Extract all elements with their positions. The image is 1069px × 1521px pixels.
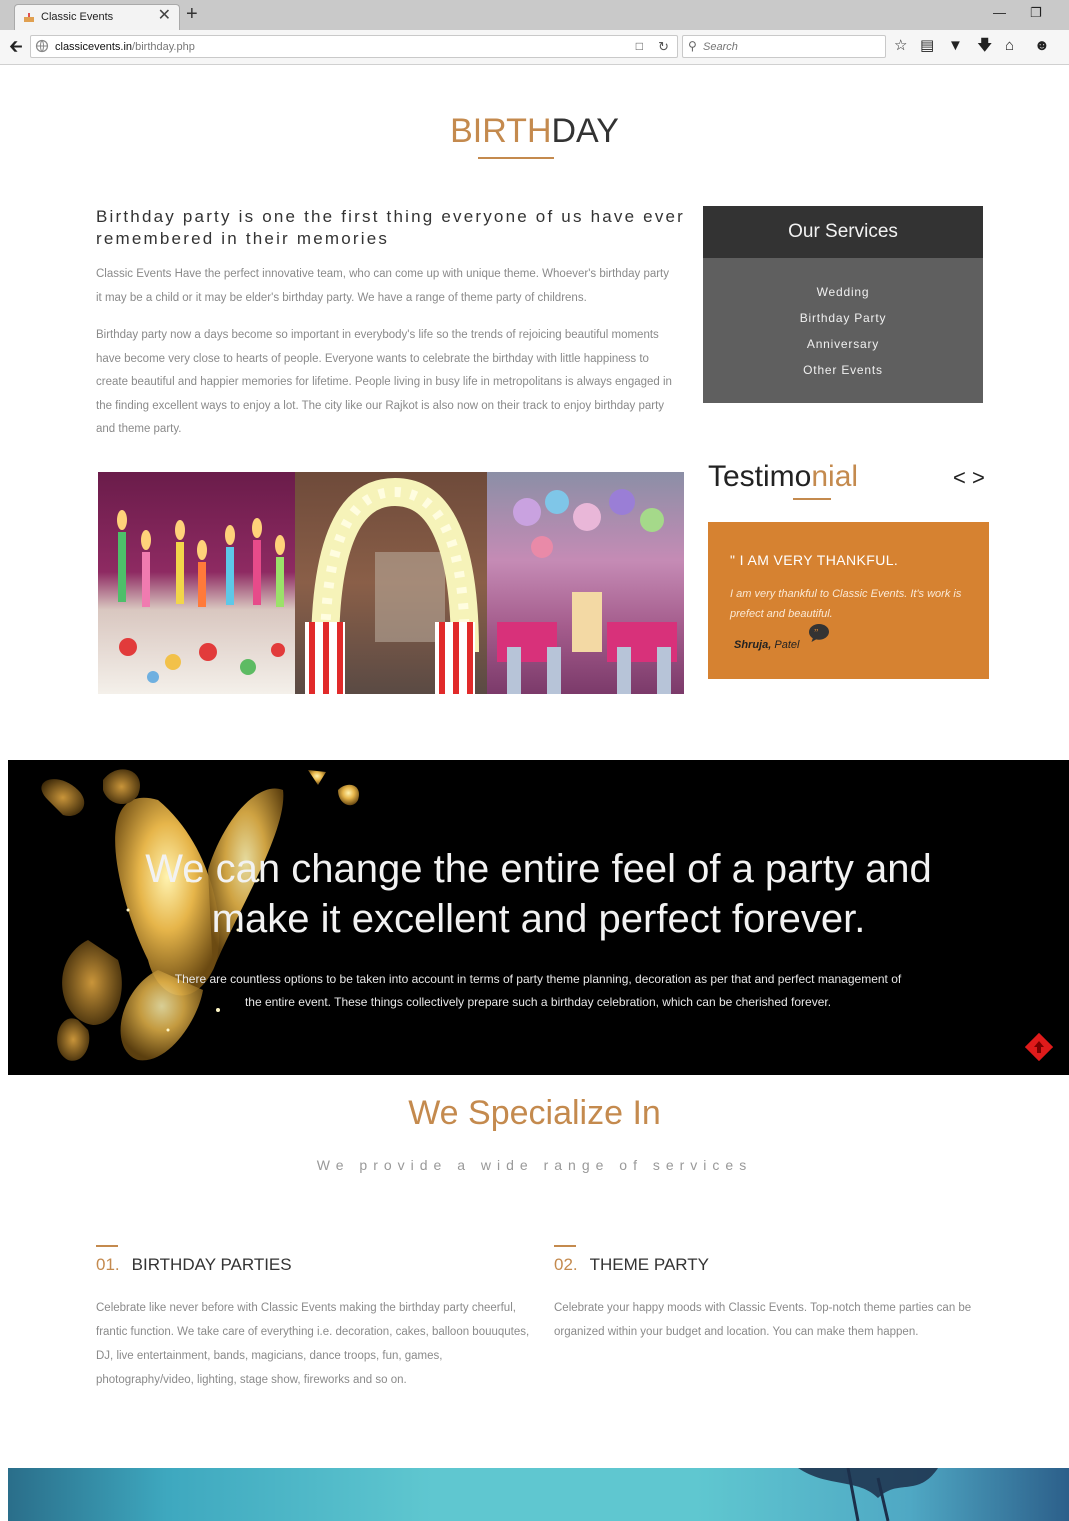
services-heading: Our Services (703, 206, 983, 258)
restore-icon[interactable]: ❐ (1030, 5, 1042, 21)
quote-bubble-icon: ” (809, 624, 829, 642)
account-icon[interactable]: ☻ (1034, 37, 1050, 55)
services-list: Wedding Birthday Party Anniversary Other… (703, 279, 983, 383)
back-arrow-icon[interactable]: 🡰 (9, 38, 23, 56)
url-bar[interactable]: classicevents.in/birthday.php □ ↻ (30, 35, 678, 58)
reading-list-icon[interactable]: ▤ (920, 37, 934, 55)
testimonial-underline (793, 498, 831, 500)
footer-image-strip (8, 1468, 1069, 1521)
tab-close-icon[interactable]: ✕ (158, 7, 171, 25)
home-icon[interactable]: ⌂ (1005, 37, 1014, 55)
minimize-icon[interactable]: — (993, 5, 1006, 20)
search-box[interactable]: ⚲ (682, 35, 886, 58)
url-text: classicevents.in/birthday.php (55, 41, 195, 53)
search-icon: ⚲ (688, 39, 697, 53)
photo-gallery (98, 472, 684, 694)
download-icon[interactable]: 🡇 (977, 37, 992, 55)
banner-text: There are countless options to be taken … (174, 972, 902, 1009)
svg-text:”: ” (814, 628, 818, 639)
service-link-birthday-party[interactable]: Birthday Party (703, 305, 983, 331)
testimonial-next-button[interactable]: > (972, 466, 985, 490)
specialize-item-2-line (554, 1245, 576, 1247)
testimonial-heading: Testimonial (708, 460, 859, 493)
specialize-item-1-text: Celebrate like never before with Classic… (96, 1302, 530, 1386)
gallery-photo-theme-hall (487, 472, 684, 694)
page-title: BIRTHDAY (450, 112, 619, 150)
new-tab-button[interactable]: + (186, 3, 198, 25)
gallery-photo-cake (98, 472, 295, 694)
intro-paragraph-2: Birthday party now a days become so impo… (96, 329, 672, 435)
banner-heading: We can change the entire feel of a party… (145, 847, 932, 941)
intro-paragraph-1: Classic Events Have the perfect innovati… (96, 268, 670, 304)
bookmark-star-icon[interactable]: ☆ (894, 37, 907, 55)
service-link-anniversary[interactable]: Anniversary (703, 331, 983, 357)
scroll-to-top-icon[interactable] (1025, 1033, 1053, 1061)
service-link-wedding[interactable]: Wedding (703, 279, 983, 305)
promo-banner: We can change the entire feel of a party… (8, 760, 1069, 1075)
specialize-item-2-title: 02. THEME PARTY (554, 1255, 709, 1274)
tab-title: Classic Events (41, 11, 114, 23)
service-link-other-events[interactable]: Other Events (703, 357, 983, 383)
testimonial-author: Shruja, Patel (734, 639, 800, 651)
specialize-item-1-title: 01. BIRTHDAY PARTIES (96, 1255, 292, 1274)
specialize-subheading: We provide a wide range of services (316, 1157, 753, 1173)
favicon-icon (24, 13, 34, 22)
browser-tab[interactable]: Classic Events ✕ (14, 4, 180, 30)
specialize-item-2-text: Celebrate your happy moods with Classic … (554, 1302, 972, 1338)
specialize-heading: We Specialize In (408, 1094, 661, 1132)
testimonial-quote-text: I am very thankful to Classic Events. It… (730, 588, 962, 620)
title-underline (478, 157, 554, 159)
globe-icon (35, 39, 49, 53)
reload-icon[interactable]: ↻ (658, 39, 669, 55)
testimonial-quote-heading: " I AM VERY THANKFUL. (730, 552, 899, 568)
specialize-item-1-line (96, 1245, 118, 1247)
intro-heading: Birthday party is one the first thing ev… (96, 207, 686, 248)
gallery-photo-balloon-arch (295, 472, 487, 694)
reader-view-icon[interactable]: □ (636, 39, 643, 53)
testimonial-prev-button[interactable]: < (953, 466, 966, 490)
search-input[interactable] (703, 39, 873, 54)
testimonial-card: " I AM VERY THANKFUL. I am very thankful… (708, 522, 989, 679)
pocket-icon[interactable]: ▼ (948, 37, 963, 55)
services-box: Our Services Wedding Birthday Party Anni… (703, 206, 983, 403)
